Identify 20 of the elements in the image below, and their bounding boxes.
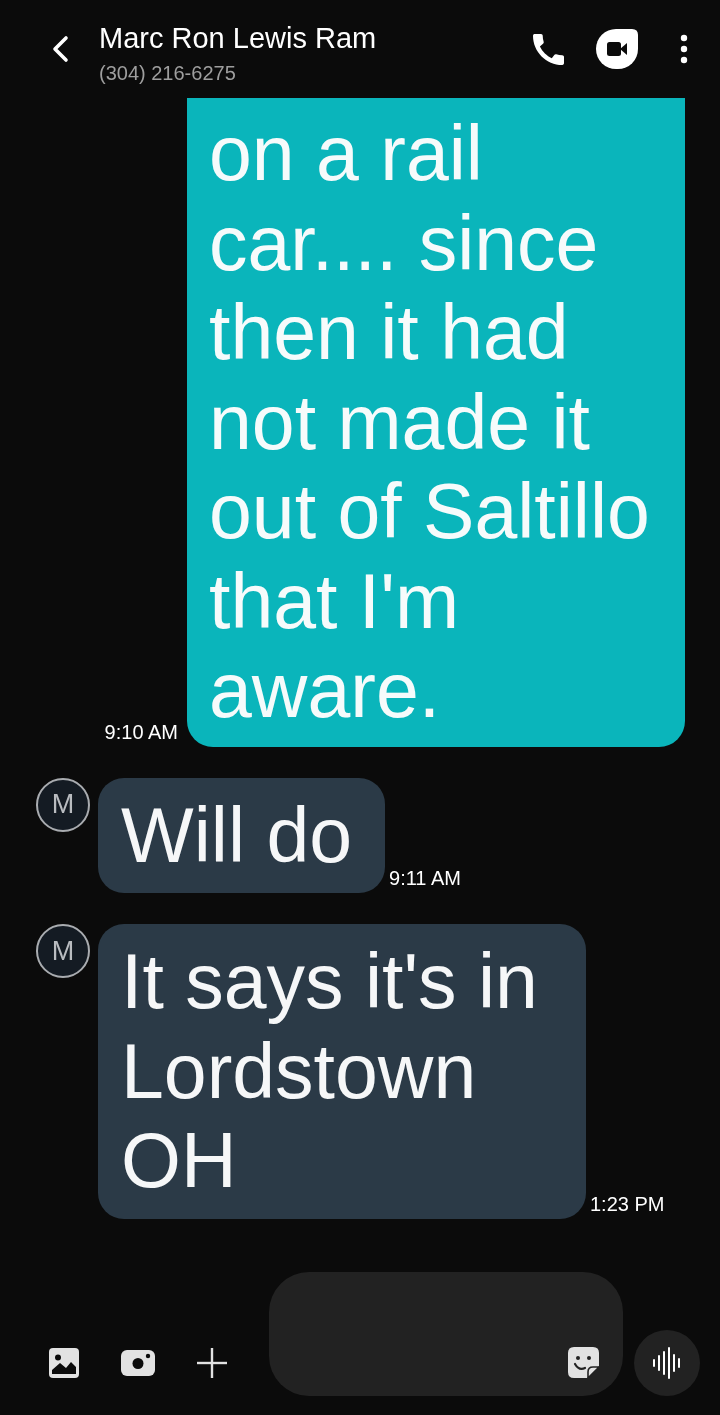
gallery-icon[interactable] bbox=[49, 1348, 79, 1378]
message-time: 9:11 AM bbox=[389, 867, 461, 890]
message-bubble: It says it's in Lordstown OH bbox=[98, 924, 586, 1219]
plus-icon[interactable] bbox=[197, 1348, 227, 1378]
more-options-icon[interactable] bbox=[680, 34, 688, 64]
phone-number: (304) 216-6275 bbox=[99, 61, 237, 86]
sticker-icon[interactable] bbox=[568, 1347, 599, 1378]
video-camera-icon[interactable] bbox=[596, 29, 638, 69]
contact-name: Marc Ron Lewis Ram bbox=[99, 21, 377, 56]
phone-icon[interactable] bbox=[533, 33, 564, 65]
message-time: 9:10 AM bbox=[104, 720, 178, 744]
message-bubble: Will do bbox=[98, 777, 386, 893]
message-time: 1:23 PM bbox=[590, 1192, 665, 1216]
message-input-field[interactable] bbox=[269, 1272, 623, 1396]
contact-avatar: M bbox=[36, 777, 90, 832]
back-icon[interactable] bbox=[50, 35, 70, 63]
message-bubble: on a rail car.... since then it had not made it out of Saltillo that I'm aware. bbox=[187, 98, 685, 747]
camera-icon[interactable] bbox=[121, 1350, 155, 1376]
waveform-icon bbox=[652, 1347, 682, 1379]
contact-avatar: M bbox=[36, 924, 90, 978]
